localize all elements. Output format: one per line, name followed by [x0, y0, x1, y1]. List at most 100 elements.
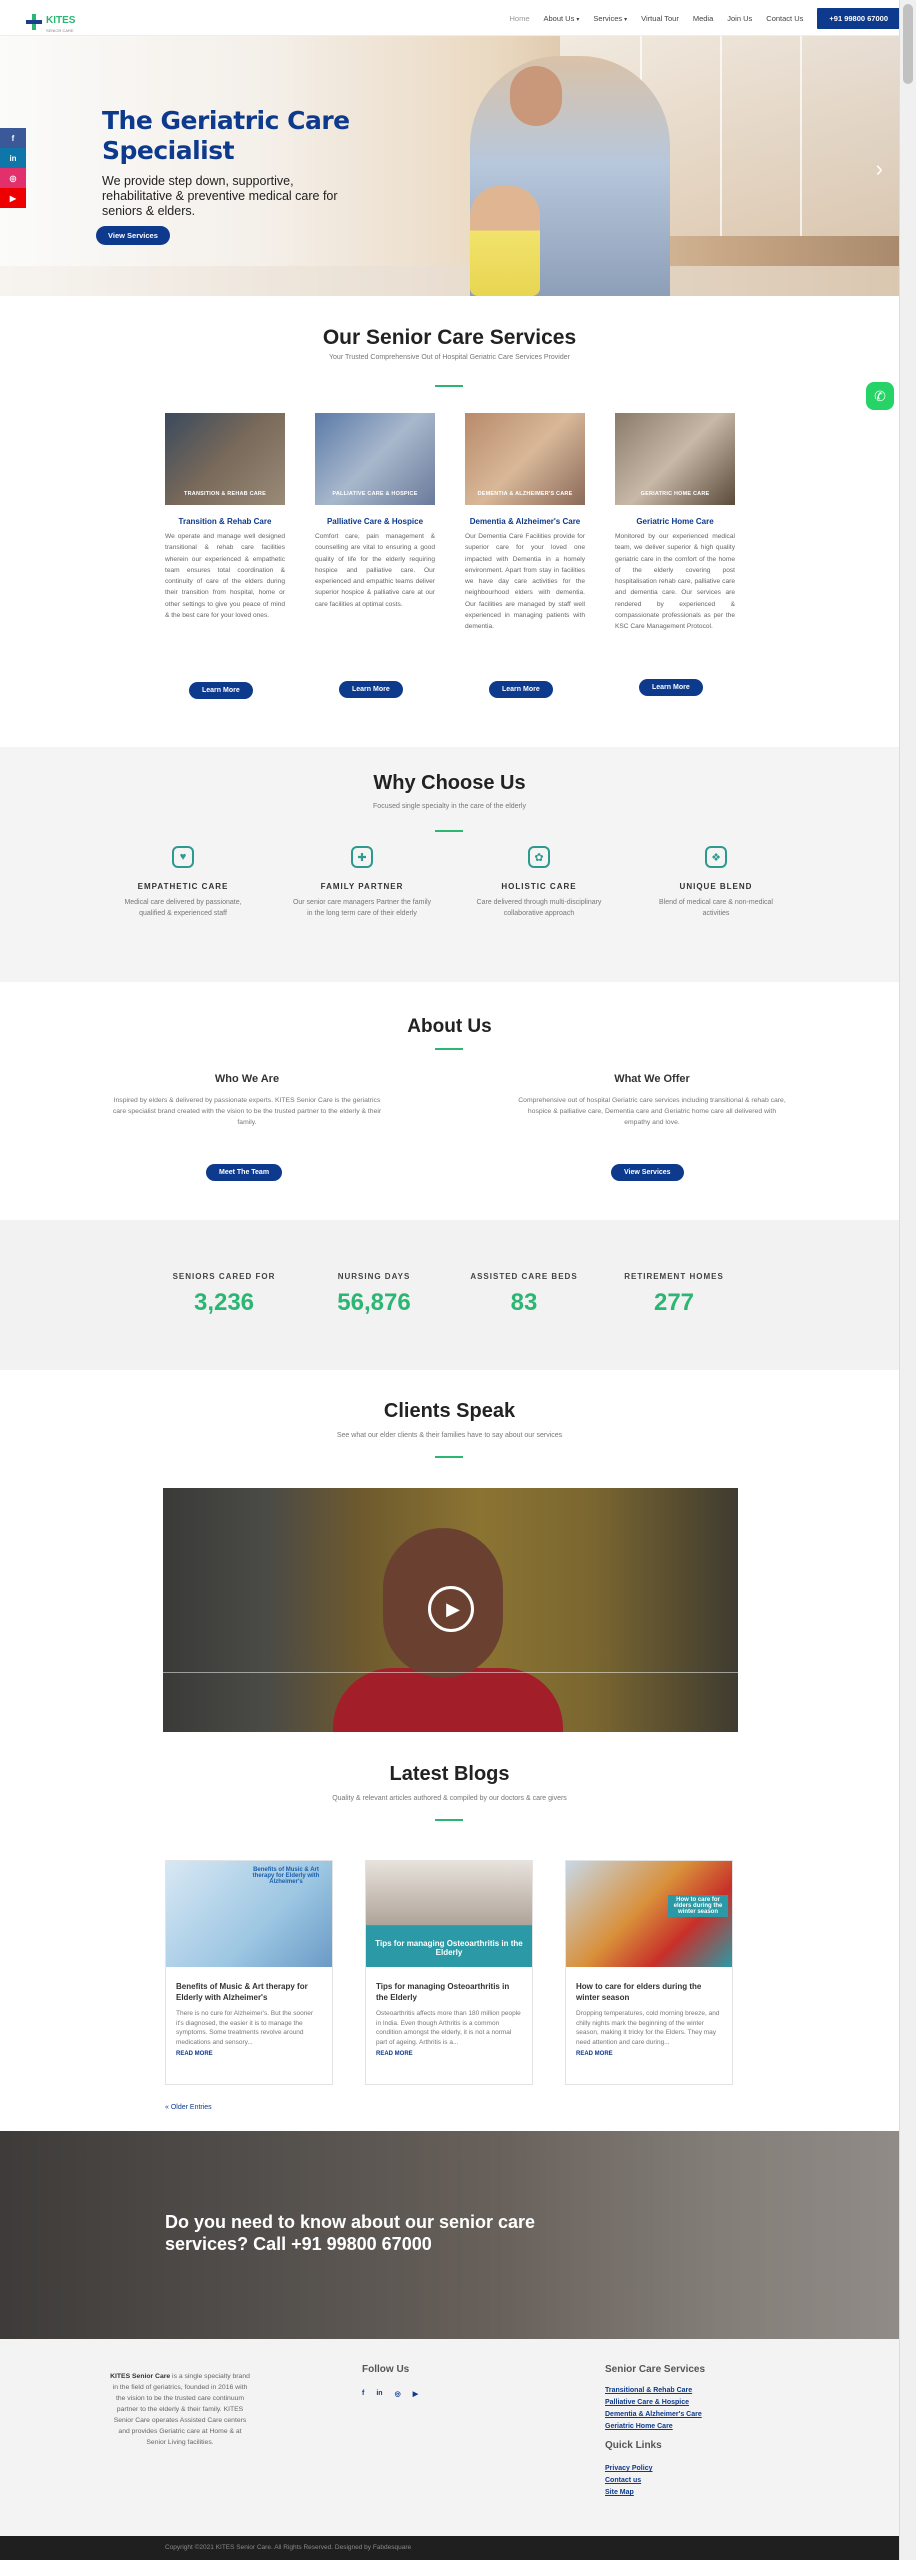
blog-title[interactable]: Benefits of Music & Art therapy for Elde… — [176, 1981, 322, 2003]
chevron-down-icon: ▾ — [576, 17, 580, 23]
meet-team-button[interactable]: Meet The Team — [206, 1164, 283, 1181]
logo[interactable]: KITES SENIOR CARE — [26, 10, 75, 33]
about-title: About Us — [407, 1016, 492, 1037]
footer-link[interactable]: Transitional & Rehab Care — [605, 2387, 692, 2394]
footer-link[interactable]: Palliative Care & Hospice — [605, 2399, 689, 2406]
why-subtitle: Focused single specialty in the care of … — [373, 803, 526, 810]
hero-image-child — [470, 186, 540, 296]
view-services-button[interactable]: View Services — [611, 1164, 684, 1181]
blog-image: Tips for managing Osteoarthritis in the … — [366, 1861, 532, 1967]
learn-more-button[interactable]: Learn More — [189, 682, 253, 699]
nav-item-contact[interactable]: Contact Us — [766, 14, 803, 23]
why-text: Care delivered through multi-disciplinar… — [476, 899, 602, 917]
footer-link[interactable]: Geriatric Home Care — [605, 2423, 673, 2430]
linkedin-icon[interactable]: in — [0, 148, 26, 168]
social-sidebar: f in ◎ ▶ — [0, 128, 26, 208]
blog-image: How to care for elders during the winter… — [566, 1861, 732, 1967]
hero-subtitle: We provide step down, supportive, rehabi… — [102, 174, 338, 218]
service-image: TRANSITION & REHAB CARE — [165, 413, 285, 505]
youtube-icon[interactable]: ▶ — [413, 2390, 418, 2398]
older-entries-link[interactable]: « Older Entries — [165, 2104, 212, 2111]
service-text: Comfort care, pain management & counsell… — [315, 533, 435, 608]
learn-more-button[interactable]: Learn More — [489, 681, 553, 698]
footer-link[interactable]: Dementia & Alzheimer's Care — [605, 2411, 702, 2418]
logo-icon — [26, 13, 42, 30]
nav-item-home[interactable]: Home — [509, 14, 529, 23]
footer-about: KITES Senior Care is a single specialty … — [110, 2373, 250, 2446]
shield-heart-icon: ✚ — [351, 846, 373, 868]
footer-link[interactable]: Contact us — [605, 2477, 641, 2484]
blog-excerpt: Dropping temperatures, cold morning bree… — [576, 2010, 720, 2046]
blog-card[interactable]: Tips for managing Osteoarthritis in the … — [365, 1860, 533, 2085]
learn-more-button[interactable]: Learn More — [339, 681, 403, 698]
nav-item-about[interactable]: About Us ▾ — [544, 14, 580, 23]
why-text: Our senior care managers Partner the fam… — [292, 899, 432, 917]
service-card: DEMENTIA & ALZHEIMER'S CARE Dementia & A… — [465, 413, 585, 633]
hero-title: The Geriatric Care Specialist — [102, 106, 350, 165]
blog-card[interactable]: Benefits of Music & Art therapy for Elde… — [165, 1860, 333, 2085]
blogs-title: Latest Blogs — [389, 1763, 510, 1785]
service-card: TRANSITION & REHAB CARE Transition & Reh… — [165, 413, 285, 621]
blogs-subtitle: Quality & relevant articles authored & c… — [332, 1795, 567, 1802]
hero-image-elder-head — [510, 66, 562, 126]
nav-item-services[interactable]: Services ▾ — [593, 14, 627, 23]
stat-counter: RETIREMENT HOMES 277 — [624, 1272, 724, 1316]
footer-link[interactable]: Site Map — [605, 2489, 634, 2496]
why-item: ♥ EMPATHETIC CARE Medical care delivered… — [113, 846, 253, 919]
footer-follow-title: Follow Us — [362, 2364, 410, 2375]
blog-image: Benefits of Music & Art therapy for Elde… — [166, 1861, 332, 1967]
why-heading: EMPATHETIC CARE — [137, 882, 229, 891]
cta-banner: Do you need to know about our senior car… — [0, 2131, 899, 2339]
blog-card[interactable]: How to care for elders during the winter… — [565, 1860, 733, 2085]
facebook-icon[interactable]: f — [362, 2390, 364, 2398]
instagram-icon[interactable]: ◎ — [395, 2390, 401, 2398]
service-heading[interactable]: Geriatric Home Care — [615, 517, 735, 526]
scrollbar-thumb[interactable] — [903, 4, 913, 84]
why-text: Medical care delivered by passionate, qu… — [124, 899, 242, 917]
why-item: ✿ HOLISTIC CARE Care delivered through m… — [469, 846, 609, 919]
linkedin-icon[interactable]: in — [376, 2390, 382, 2398]
blog-title[interactable]: Tips for managing Osteoarthritis in the … — [376, 1981, 522, 2003]
youtube-icon[interactable]: ▶ — [0, 188, 26, 208]
stat-counter: NURSING DAYS 56,876 — [337, 1272, 411, 1316]
slider-next-icon[interactable]: › — [876, 156, 883, 182]
testimonial-video[interactable]: ▶ — [163, 1488, 738, 1732]
nav-item-join-us[interactable]: Join Us — [727, 14, 752, 23]
service-card: GERIATRIC HOME CARE Geriatric Home Care … — [615, 413, 735, 633]
whatsapp-icon[interactable]: ✆ — [866, 382, 894, 410]
instagram-icon[interactable]: ◎ — [0, 168, 26, 188]
service-text: Our Dementia Care Facilities provide for… — [465, 533, 585, 631]
section-divider — [435, 1819, 463, 1821]
read-more-link[interactable]: READ MORE — [376, 2051, 522, 2057]
service-heading[interactable]: Dementia & Alzheimer's Care — [465, 517, 585, 526]
why-heading: UNIQUE BLEND — [679, 882, 753, 891]
section-divider — [435, 1456, 463, 1458]
hero-image-floor — [0, 266, 899, 296]
call-button[interactable]: +91 99800 67000 — [817, 8, 900, 29]
about-who-text: Inspired by elders & delivered by passio… — [112, 1097, 382, 1126]
service-text: We operate and manage well designed tran… — [165, 533, 285, 620]
service-heading[interactable]: Palliative Care & Hospice — [315, 517, 435, 526]
play-icon[interactable]: ▶ — [428, 1586, 474, 1632]
section-divider — [435, 830, 463, 832]
footer-quick-title: Quick Links — [605, 2440, 662, 2451]
nav-item-virtual-tour[interactable]: Virtual Tour — [641, 14, 679, 23]
section-divider — [435, 1048, 463, 1050]
read-more-link[interactable]: READ MORE — [176, 2051, 322, 2057]
logo-tagline: SENIOR CARE — [46, 28, 74, 33]
read-more-link[interactable]: READ MORE — [576, 2051, 722, 2057]
service-heading[interactable]: Transition & Rehab Care — [165, 517, 285, 526]
learn-more-button[interactable]: Learn More — [639, 679, 703, 696]
scrollbar[interactable] — [899, 0, 916, 2560]
facebook-icon[interactable]: f — [0, 128, 26, 148]
copyright-bar: Copyright ©2021 KITES Senior Care. All R… — [0, 2536, 899, 2560]
nav-item-media[interactable]: Media — [693, 14, 713, 23]
blog-title[interactable]: How to care for elders during the winter… — [576, 1981, 722, 2003]
view-services-button[interactable]: View Services — [96, 226, 170, 245]
blog-excerpt: Osteoarthritis affects more than 180 mil… — [376, 2010, 521, 2046]
why-item: ✚ FAMILY PARTNER Our senior care manager… — [292, 846, 432, 919]
footer-link[interactable]: Privacy Policy — [605, 2465, 652, 2472]
video-progress-bar[interactable] — [163, 1672, 738, 1673]
about-who: Who We Are Inspired by elders & delivere… — [112, 1073, 382, 1128]
service-image: PALLIATIVE CARE & HOSPICE — [315, 413, 435, 505]
